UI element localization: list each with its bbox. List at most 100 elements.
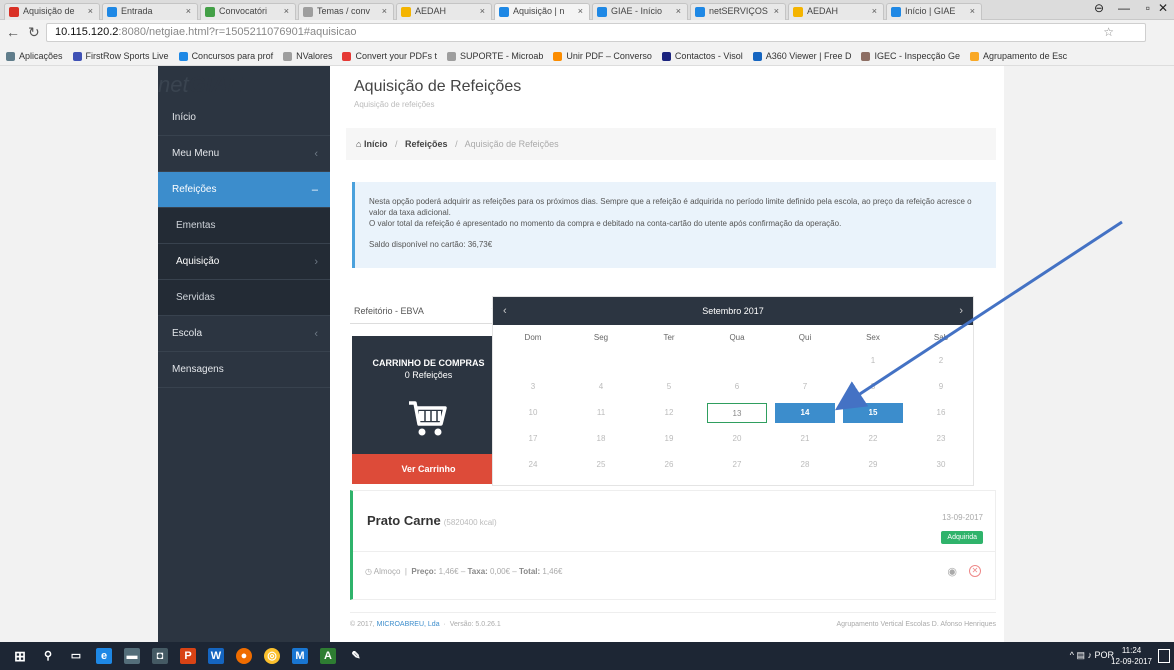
calendar-day[interactable]: 25 bbox=[571, 455, 631, 475]
calendar-day[interactable]: 2 bbox=[911, 351, 971, 371]
eye-icon[interactable]: ◉ bbox=[947, 565, 957, 578]
close-window-icon[interactable]: ✕ bbox=[1158, 1, 1168, 15]
calendar-day[interactable]: 11 bbox=[571, 403, 631, 423]
browser-tab[interactable]: Início | GIAE × bbox=[886, 3, 982, 20]
sidebar-item-mensagens[interactable]: Mensagens bbox=[158, 352, 330, 388]
browser-tab[interactable]: Temas / conv × bbox=[298, 3, 394, 20]
footer-company-link[interactable]: MICROABREU, Lda bbox=[377, 621, 440, 628]
calendar-day[interactable]: 12 bbox=[639, 403, 699, 423]
bookmark-item[interactable]: Convert your PDFs t bbox=[342, 46, 437, 65]
calendar-day[interactable]: 30 bbox=[911, 455, 971, 475]
breadcrumb-home[interactable]: Início bbox=[364, 139, 388, 149]
calendar-day[interactable]: 8 bbox=[843, 377, 903, 397]
calendar-day[interactable]: 17 bbox=[503, 429, 563, 449]
next-month-icon[interactable]: › bbox=[959, 297, 963, 325]
calendar-day[interactable]: 15 bbox=[843, 403, 903, 423]
tray-up-icon[interactable]: ^ bbox=[1070, 650, 1074, 660]
calendar-day[interactable]: 28 bbox=[775, 455, 835, 475]
tab-close-icon[interactable]: × bbox=[774, 4, 779, 19]
bookmark-item[interactable]: SUPORTE - Microab bbox=[447, 46, 543, 65]
calendar-day[interactable]: 10 bbox=[503, 403, 563, 423]
edge-icon[interactable]: e bbox=[96, 648, 112, 664]
tab-close-icon[interactable]: × bbox=[676, 4, 681, 19]
firefox-icon[interactable]: ● bbox=[236, 648, 252, 664]
volume-icon[interactable]: ♪ bbox=[1087, 650, 1092, 660]
prev-month-icon[interactable]: ‹ bbox=[503, 297, 507, 325]
calendar-day[interactable]: 3 bbox=[503, 377, 563, 397]
tab-close-icon[interactable]: × bbox=[578, 4, 583, 19]
back-icon[interactable]: ← bbox=[6, 24, 20, 40]
netgiae-logo[interactable]: netGIAE bbox=[158, 72, 242, 98]
browser-tab[interactable]: GIAE - Início × bbox=[592, 3, 688, 20]
calendar-day[interactable]: 19 bbox=[639, 429, 699, 449]
powerpoint-icon[interactable]: P bbox=[180, 648, 196, 664]
home-icon[interactable]: ⌂ bbox=[356, 139, 361, 149]
browser-tab[interactable]: netSERVIÇOS × bbox=[690, 3, 786, 20]
chrome-icon[interactable]: ◎ bbox=[264, 648, 280, 664]
network-icon[interactable]: ▤ bbox=[1076, 650, 1085, 660]
sidebar-item-aquisio[interactable]: Aquisição › bbox=[158, 244, 330, 280]
m-app-icon[interactable]: M bbox=[292, 648, 308, 664]
a-app-icon[interactable]: A bbox=[320, 648, 336, 664]
breadcrumb-section[interactable]: Refeições bbox=[405, 139, 448, 149]
browser-tab[interactable]: Aquisição de × bbox=[4, 3, 100, 20]
profile-icon[interactable]: ⊖ bbox=[1094, 1, 1104, 15]
sidebar-item-escola[interactable]: Escola ‹ bbox=[158, 316, 330, 352]
sidebar-item-servidas[interactable]: Servidas bbox=[158, 280, 330, 316]
maximize-icon[interactable]: ▫ bbox=[1146, 1, 1150, 15]
calendar-day[interactable]: 29 bbox=[843, 455, 903, 475]
task-view-icon[interactable]: ▭ bbox=[68, 648, 84, 664]
minimize-icon[interactable]: — bbox=[1118, 1, 1130, 15]
paint-icon[interactable]: ✎ bbox=[348, 648, 364, 664]
bookmark-item[interactable]: FirstRow Sports Live bbox=[72, 46, 169, 65]
browser-tab[interactable]: Entrada × bbox=[102, 3, 198, 20]
file-explorer-icon[interactable]: ▬ bbox=[124, 648, 140, 664]
bookmark-item[interactable]: Contactos - Visol bbox=[661, 46, 743, 65]
browser-tab[interactable]: Aquisição | n × bbox=[494, 3, 590, 20]
tab-close-icon[interactable]: × bbox=[970, 4, 975, 19]
reload-icon[interactable]: ↻ bbox=[28, 24, 40, 41]
calendar-day[interactable]: 22 bbox=[843, 429, 903, 449]
calendar-day[interactable]: 6 bbox=[707, 377, 767, 397]
sidebar-item-incio[interactable]: Início bbox=[158, 100, 330, 136]
calendar-day[interactable]: 24 bbox=[503, 455, 563, 475]
view-cart-button[interactable]: Ver Carrinho bbox=[352, 454, 505, 484]
sidebar-item-meumenu[interactable]: Meu Menu ‹ bbox=[158, 136, 330, 172]
calendar-day[interactable]: 4 bbox=[571, 377, 631, 397]
notification-icon[interactable] bbox=[1158, 649, 1170, 663]
bookmark-item[interactable]: IGEC - Inspecção Ge bbox=[861, 46, 960, 65]
bookmark-item[interactable]: Agrupamento de Esc bbox=[970, 46, 1067, 65]
calendar-day[interactable]: 26 bbox=[639, 455, 699, 475]
calendar-day[interactable]: 1 bbox=[843, 351, 903, 371]
tab-close-icon[interactable]: × bbox=[186, 4, 191, 19]
bookmark-star-icon[interactable]: ☆ bbox=[1103, 25, 1114, 39]
bookmark-item[interactable]: Aplicações bbox=[6, 46, 63, 65]
tab-close-icon[interactable]: × bbox=[382, 4, 387, 19]
calendar-day[interactable]: 5 bbox=[639, 377, 699, 397]
calendar-day[interactable]: 27 bbox=[707, 455, 767, 475]
bookmark-item[interactable]: NValores bbox=[283, 46, 332, 65]
calendar-day[interactable]: 20 bbox=[707, 429, 767, 449]
refectory-select[interactable]: Refeitório - EBVA ▼ bbox=[350, 298, 504, 324]
browser-tab[interactable]: AEDAH × bbox=[396, 3, 492, 20]
windows-start-icon[interactable]: ⊞ bbox=[12, 648, 28, 664]
browser-tab[interactable]: Convocatóri × bbox=[200, 3, 296, 20]
calendar-day[interactable]: 21 bbox=[775, 429, 835, 449]
bookmark-item[interactable]: A360 Viewer | Free D bbox=[752, 46, 851, 65]
calendar-day[interactable]: 9 bbox=[911, 377, 971, 397]
url-input[interactable]: ⓘ10.115.120.2:8080/netgiae.html?r=150521… bbox=[46, 23, 1146, 226]
tab-close-icon[interactable]: × bbox=[872, 4, 877, 19]
bookmark-item[interactable]: Concursos para prof bbox=[178, 46, 273, 65]
bookmark-item[interactable]: Unir PDF – Converso bbox=[553, 46, 652, 65]
calendar-day[interactable]: 14 bbox=[775, 403, 835, 423]
browser-tab[interactable]: AEDAH × bbox=[788, 3, 884, 20]
clock[interactable]: 11:24 12-09-2017 bbox=[1111, 645, 1152, 667]
word-icon[interactable]: W bbox=[208, 648, 224, 664]
calendar-day[interactable]: 7 bbox=[775, 377, 835, 397]
store-icon[interactable]: ◘ bbox=[152, 648, 168, 664]
tab-close-icon[interactable]: × bbox=[284, 4, 289, 19]
cancel-meal-icon[interactable]: ✕ bbox=[969, 565, 981, 577]
search-icon[interactable]: ⚲ bbox=[40, 648, 56, 664]
tab-close-icon[interactable]: × bbox=[480, 4, 485, 19]
sidebar-item-refeies[interactable]: Refeições – bbox=[158, 172, 330, 208]
